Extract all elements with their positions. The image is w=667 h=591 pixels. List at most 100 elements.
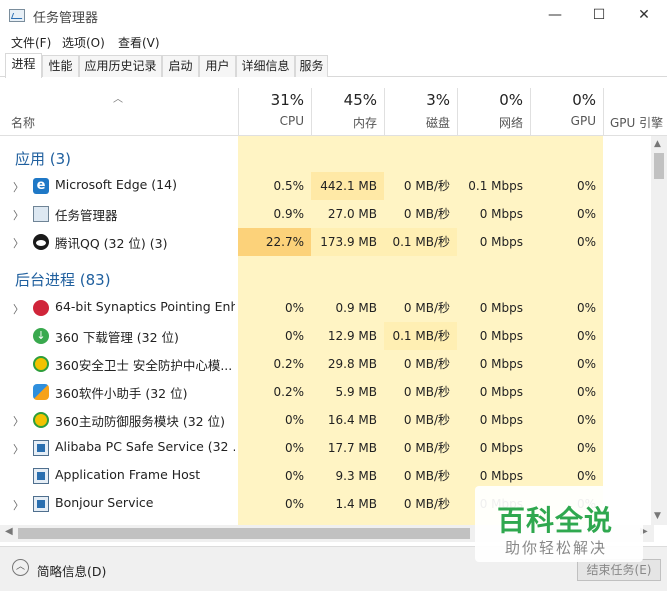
window-app-icon [33, 468, 49, 484]
download-icon: ↓ [33, 328, 49, 344]
chevron-right-icon[interactable]: 〉 [13, 207, 24, 223]
process-name: Alibaba PC Safe Service (32 ... [55, 439, 235, 454]
column-gpu-engine[interactable]: GPU 引擎 [603, 88, 667, 135]
cpu-value: 0% [284, 441, 304, 455]
cpu-total: 31% [270, 91, 304, 109]
tab-details[interactable]: 详细信息 [236, 55, 295, 77]
column-disk[interactable]: 3% 磁盘 [384, 88, 457, 135]
scroll-down-icon[interactable]: ▼ [654, 511, 661, 521]
gpu-value: 0% [576, 301, 596, 315]
chevron-right-icon[interactable]: 〉 [13, 413, 24, 429]
process-name: 腾讯QQ (32 位) (3) [55, 236, 168, 251]
synaptics-icon [33, 300, 49, 316]
network-value: 0 Mbps [479, 441, 523, 455]
process-name: Bonjour Service [55, 495, 154, 510]
menu-bar: 文件(F) 选项(O) 查看(V) [0, 31, 667, 53]
disk-value: 0 MB/秒 [403, 301, 450, 315]
memory-value: 173.9 MB [311, 228, 384, 256]
sort-arrow-icon: ︿ [113, 94, 123, 105]
scroll-left-icon[interactable]: ◀ [5, 526, 13, 537]
chevron-up-icon[interactable]: ︿ [12, 559, 29, 576]
process-row[interactable]: 〉 64-bit Synaptics Pointing Enh... 0% 0.… [0, 294, 654, 322]
memory-label: 内存 [352, 116, 377, 130]
vertical-scroll-thumb[interactable] [654, 153, 664, 179]
cpu-value: 0.9% [273, 207, 305, 221]
network-value: 0 Mbps [479, 207, 523, 221]
group-header-apps[interactable]: 应用 (3) [0, 136, 654, 172]
tab-processes[interactable]: 进程 [5, 53, 42, 78]
gpu-value: 0% [576, 207, 596, 221]
cpu-value: 0.5% [273, 179, 305, 193]
memory-value: 5.9 MB [335, 385, 377, 399]
chevron-right-icon[interactable]: 〉 [13, 301, 24, 317]
fewer-details-link[interactable]: 简略信息(D) [37, 561, 106, 580]
chevron-right-icon[interactable]: 〉 [13, 441, 24, 457]
horizontal-scroll-thumb[interactable] [18, 528, 470, 539]
window-title: 任务管理器 [33, 11, 99, 26]
process-row[interactable]: 360安全卫士 安全防护中心模... 0.2% 29.8 MB 0 MB/秒 0… [0, 350, 654, 378]
network-value: 0.1 Mbps [468, 179, 523, 193]
tab-performance[interactable]: 性能 [42, 55, 79, 77]
memory-total: 45% [343, 91, 377, 109]
process-list: 应用 (3) 〉 e Microsoft Edge (14) 0.5% 442.… [0, 136, 654, 525]
menu-file[interactable]: 文件(F) [11, 34, 51, 51]
tab-users[interactable]: 用户 [199, 55, 236, 77]
cpu-value: 0% [284, 329, 304, 343]
process-row[interactable]: 〉 e Microsoft Edge (14) 0.5% 442.1 MB 0 … [0, 172, 654, 200]
disk-label: 磁盘 [425, 116, 450, 130]
memory-value: 17.7 MB [327, 441, 377, 455]
disk-value: 0 MB/秒 [403, 497, 450, 511]
disk-value: 0 MB/秒 [403, 385, 450, 399]
column-memory[interactable]: 45% 内存 [311, 88, 384, 135]
process-name: 64-bit Synaptics Pointing Enh... [55, 299, 235, 314]
task-manager-icon [33, 206, 49, 222]
network-value: 0 Mbps [479, 385, 523, 399]
group-header-background[interactable]: 后台进程 (83) [0, 256, 654, 296]
process-row[interactable]: 〉 腾讯QQ (32 位) (3) 22.7% 173.9 MB 0.1 MB/… [0, 228, 654, 256]
process-row[interactable]: 〉 Alibaba PC Safe Service (32 ... 0% 17.… [0, 434, 654, 462]
column-name[interactable]: 名称 [11, 114, 35, 131]
tab-app-history[interactable]: 应用历史记录 [79, 55, 162, 77]
window-app-icon [33, 440, 49, 456]
chevron-right-icon[interactable]: 〉 [13, 179, 24, 195]
process-row[interactable]: 360软件小助手 (32 位) 0.2% 5.9 MB 0 MB/秒 0 Mbp… [0, 378, 654, 406]
column-network[interactable]: 0% 网络 [457, 88, 530, 135]
maximize-button[interactable]: ☐ [576, 0, 622, 31]
network-value: 0 Mbps [479, 235, 523, 249]
process-row[interactable]: 〉 360主动防御服务模块 (32 位) 0% 16.4 MB 0 MB/秒 0… [0, 406, 654, 434]
column-cpu[interactable]: 31% CPU [238, 88, 311, 135]
chevron-right-icon[interactable]: 〉 [13, 235, 24, 251]
tab-services[interactable]: 服务 [295, 55, 328, 77]
menu-view[interactable]: 查看(V) [118, 34, 160, 51]
process-name: 360软件小助手 (32 位) [55, 386, 188, 401]
gpu-label: GPU [570, 114, 596, 128]
cpu-value: 0% [284, 497, 304, 511]
process-row[interactable]: ↓ 360 下载管理 (32 位) 0% 12.9 MB 0.1 MB/秒 0 … [0, 322, 654, 350]
network-label: 网络 [498, 116, 523, 130]
process-name: Application Frame Host [55, 467, 201, 482]
minimize-button[interactable]: — [532, 0, 578, 31]
cpu-value: 0% [284, 413, 304, 427]
close-button[interactable]: ✕ [621, 0, 667, 31]
disk-value: 0 MB/秒 [403, 441, 450, 455]
title-bar: 任务管理器 — ☐ ✕ [0, 0, 667, 31]
gpu-engine-label: GPU 引擎 [610, 116, 664, 130]
tab-startup[interactable]: 启动 [162, 55, 199, 77]
process-row[interactable]: 〉 任务管理器 0.9% 27.0 MB 0 MB/秒 0 Mbps 0% [0, 200, 654, 228]
network-value: 0 Mbps [479, 413, 523, 427]
360-software-icon [33, 384, 49, 400]
menu-options[interactable]: 选项(O) [62, 34, 105, 51]
chevron-right-icon[interactable]: 〉 [13, 497, 24, 513]
column-gpu[interactable]: 0% GPU [530, 88, 603, 135]
vertical-scrollbar[interactable]: ▲ ▼ [651, 136, 667, 525]
process-name: Microsoft Edge (14) [55, 177, 177, 192]
end-task-button[interactable]: 结束任务(E) [577, 559, 661, 581]
gpu-total: 0% [572, 91, 596, 109]
watermark-title: 百科全说 [497, 504, 614, 537]
scroll-up-icon[interactable]: ▲ [654, 139, 661, 149]
gpu-value: 0% [576, 329, 596, 343]
watermark-logo: 百科全说 助你轻松解决 [475, 486, 643, 562]
disk-value: 0 MB/秒 [403, 179, 450, 193]
group-title: 后台进程 (83) [15, 271, 111, 289]
memory-value: 442.1 MB [311, 172, 384, 200]
